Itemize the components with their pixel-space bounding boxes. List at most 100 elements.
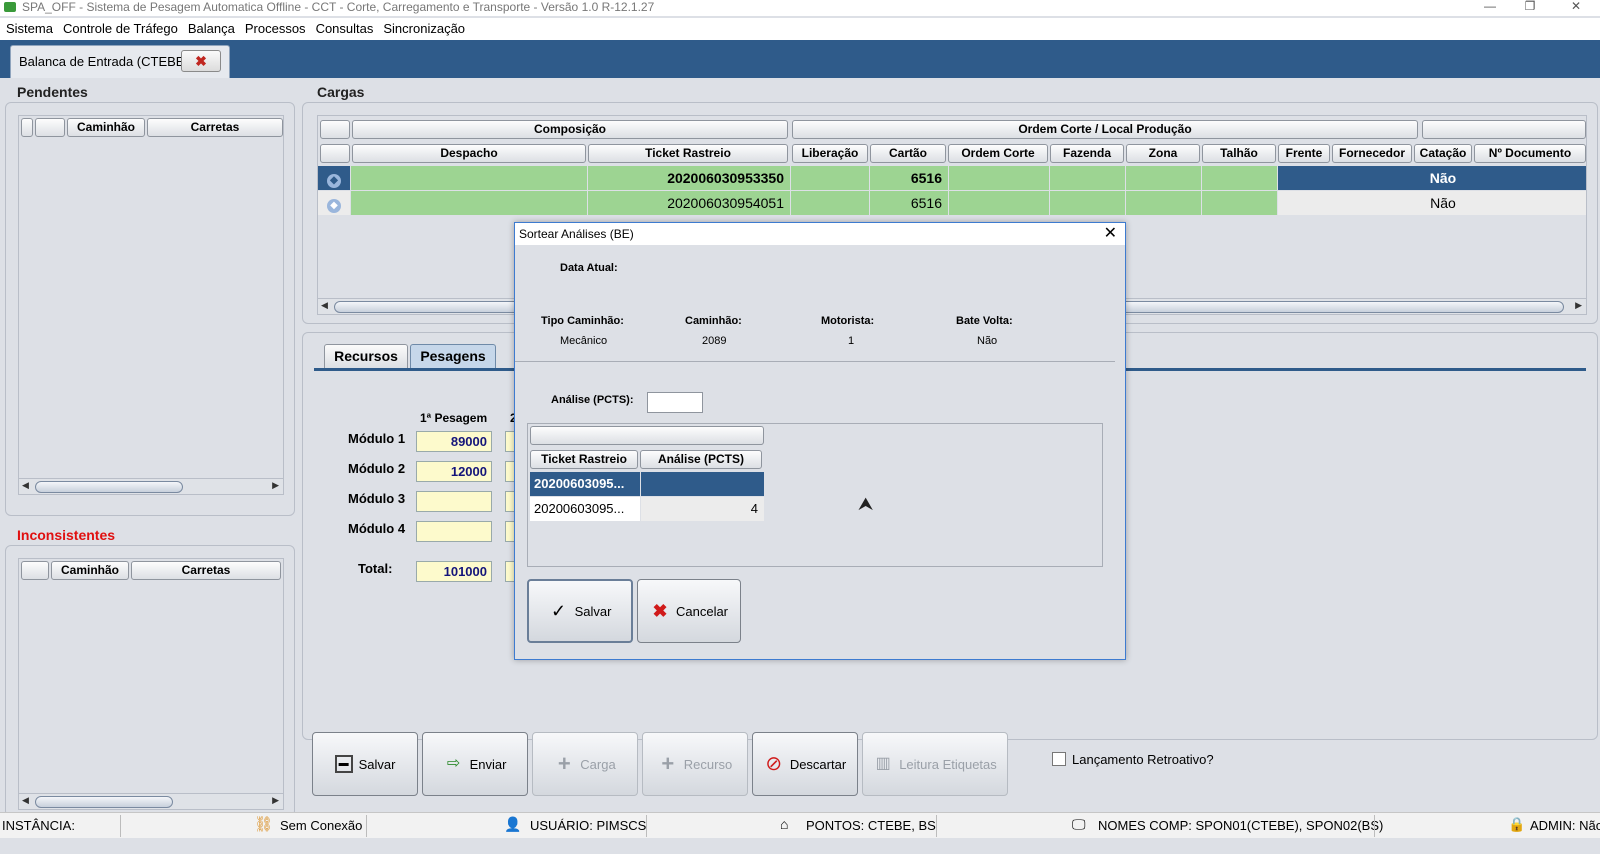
cargas-col-frente[interactable]: Frente bbox=[1278, 144, 1330, 163]
cell-catacao: Não bbox=[1414, 166, 1472, 190]
menu-balanca[interactable]: Balança bbox=[182, 18, 239, 36]
row-status-icon: ◆ bbox=[318, 191, 350, 215]
tab-recursos[interactable]: Recursos bbox=[324, 344, 408, 368]
cell-zona bbox=[1126, 191, 1201, 215]
pendentes-col-carretas[interactable]: Carretas bbox=[147, 118, 283, 137]
leitura-etiquetas-button[interactable]: ▥ Leitura Etiquetas bbox=[862, 732, 1008, 796]
inconsistentes-col-carretas[interactable]: Carretas bbox=[131, 561, 281, 580]
cargas-col-talhao[interactable]: Talhão bbox=[1202, 144, 1276, 163]
status-nomes: NOMES COMP: SPON01(CTEBE), SPON02(BS) bbox=[1098, 818, 1384, 833]
modulo-4-label: Módulo 4 bbox=[348, 521, 406, 536]
analises-table[interactable]: Ticket Rastreio Análise (PCTS) 202006030… bbox=[527, 423, 1103, 567]
analise-pcts-input[interactable] bbox=[647, 392, 703, 413]
total-input[interactable]: 101000 bbox=[416, 561, 492, 582]
status-usuario: USUÁRIO: PIMSCS bbox=[530, 818, 647, 833]
cargas-group-ordem-corte[interactable]: Ordem Corte / Local Produção bbox=[792, 120, 1418, 139]
scroll-left-icon[interactable]: ◀ bbox=[22, 480, 29, 491]
table-row[interactable]: ◆ 202006030953350 6516 Não bbox=[318, 166, 1586, 190]
dialog-salvar-button[interactable]: ✓ Salvar bbox=[527, 579, 633, 643]
cargas-col-cartao[interactable]: Cartão bbox=[870, 144, 946, 163]
modulo-4-input[interactable] bbox=[416, 521, 492, 542]
analises-col-analise[interactable]: Análise (PCTS) bbox=[640, 450, 762, 469]
cargas-col-ordem-corte[interactable]: Ordem Corte bbox=[948, 144, 1048, 163]
scroll-thumb[interactable] bbox=[35, 796, 173, 808]
scroll-right-icon[interactable]: ▶ bbox=[272, 480, 279, 491]
cargas-col-fornecedor[interactable]: Fornecedor bbox=[1332, 144, 1412, 163]
retroativo-label: Lançamento Retroativo? bbox=[1072, 752, 1214, 767]
total-label: Total: bbox=[358, 561, 393, 576]
table-row[interactable]: 20200603095... 4 bbox=[530, 497, 764, 521]
pendentes-table[interactable]: Caminhão Carretas ◀ ▶ bbox=[18, 115, 284, 495]
dialog-salvar-label: Salvar bbox=[574, 603, 612, 619]
cargas-col-documento[interactable]: Nº Documento bbox=[1474, 144, 1586, 163]
status-instancia: INSTÂNCIA: bbox=[2, 818, 75, 833]
dialog-cancelar-button[interactable]: ✖ Cancelar bbox=[637, 579, 741, 643]
cell-cartao: 6516 bbox=[870, 191, 948, 215]
recurso-button[interactable]: + Recurso bbox=[642, 732, 748, 796]
caminhao-value: 2089 bbox=[702, 335, 727, 347]
retroativo-checkbox[interactable] bbox=[1052, 752, 1066, 766]
cell-ticket: 20200603095... bbox=[530, 497, 640, 521]
menu-consultas[interactable]: Consultas bbox=[310, 18, 378, 36]
menu-sistema[interactable]: Sistema bbox=[0, 18, 57, 36]
pendentes-col-1[interactable] bbox=[35, 118, 65, 137]
menu-sincronizacao[interactable]: Sincronização bbox=[377, 18, 469, 36]
computer-icon: 🖵 bbox=[1072, 816, 1086, 832]
recurso-label: Recurso bbox=[683, 756, 733, 772]
cell-cartao: 6516 bbox=[870, 166, 948, 190]
tab-pesagens[interactable]: Pesagens bbox=[410, 344, 496, 368]
modulo-2-input[interactable]: 12000 bbox=[416, 461, 492, 482]
scroll-left-icon[interactable]: ◀ bbox=[22, 795, 29, 806]
table-row[interactable]: ◆ 202006030954051 6516 Não bbox=[318, 191, 1586, 215]
scroll-right-icon[interactable]: ▶ bbox=[1575, 300, 1582, 311]
salvar-button[interactable]: ▬ Salvar bbox=[312, 732, 418, 796]
status-admin: ADMIN: Não bbox=[1530, 818, 1600, 833]
close-tab-icon[interactable]: ✖ bbox=[181, 50, 221, 72]
caminhao-label: Caminhão: bbox=[685, 315, 742, 327]
cargas-group-blank[interactable] bbox=[320, 120, 350, 139]
table-row[interactable]: 20200603095... bbox=[530, 472, 764, 496]
scroll-right-icon[interactable]: ▶ bbox=[272, 795, 279, 806]
cargas-col-ticket[interactable]: Ticket Rastreio bbox=[588, 144, 788, 163]
cargas-group-composicao[interactable]: Composição bbox=[352, 120, 788, 139]
inconsistentes-table[interactable]: Caminhão Carretas ◀ ▶ bbox=[18, 558, 284, 810]
scroll-left-icon[interactable]: ◀ bbox=[321, 300, 328, 311]
status-divider bbox=[936, 815, 937, 837]
cell-liberacao bbox=[791, 166, 869, 190]
inconsistentes-hscrollbar[interactable]: ◀ ▶ bbox=[19, 793, 283, 809]
menu-controle-trafego[interactable]: Controle de Tráfego bbox=[57, 18, 182, 36]
menu-processos[interactable]: Processos bbox=[239, 18, 310, 36]
scroll-thumb[interactable] bbox=[35, 481, 183, 493]
cargas-col-icon[interactable] bbox=[320, 144, 350, 163]
lock-icon: 🔒 bbox=[1508, 816, 1526, 832]
building-icon: ⌂ bbox=[780, 816, 789, 832]
cargas-col-catacao[interactable]: Catação bbox=[1414, 144, 1472, 163]
close-window-icon[interactable]: ✕ bbox=[1556, 0, 1596, 14]
inconsistentes-col-0[interactable] bbox=[21, 561, 49, 580]
restore-icon[interactable]: ❐ bbox=[1510, 0, 1550, 14]
row-status-icon: ◆ bbox=[318, 166, 350, 190]
modulo-3-input[interactable] bbox=[416, 491, 492, 512]
dialog-close-icon[interactable]: ✕ bbox=[1104, 225, 1117, 243]
cell-ticket: 202006030954051 bbox=[588, 191, 790, 215]
tab-balanca-entrada[interactable]: Balanca de Entrada (CTEBE) ✖ bbox=[10, 45, 230, 78]
pendentes-hscrollbar[interactable]: ◀ ▶ bbox=[19, 478, 283, 494]
analises-col-ticket[interactable]: Ticket Rastreio bbox=[530, 450, 638, 469]
cargas-col-fazenda[interactable]: Fazenda bbox=[1050, 144, 1124, 163]
dialog-title: Sortear Análises (BE) bbox=[519, 227, 634, 241]
modulo-1-input[interactable]: 89000 bbox=[416, 431, 492, 452]
descartar-button[interactable]: ⊘ Descartar bbox=[752, 732, 858, 796]
pendentes-col-0[interactable] bbox=[21, 118, 33, 137]
cargas-col-zona[interactable]: Zona bbox=[1126, 144, 1200, 163]
analises-group-header[interactable] bbox=[530, 426, 764, 445]
cargas-col-despacho[interactable]: Despacho bbox=[352, 144, 586, 163]
minimize-icon[interactable]: — bbox=[1470, 0, 1510, 14]
carga-button[interactable]: + Carga bbox=[532, 732, 638, 796]
pendentes-col-caminhao[interactable]: Caminhão bbox=[67, 118, 145, 137]
enviar-button[interactable]: ⇨ Enviar bbox=[422, 732, 528, 796]
cargas-group-extra[interactable] bbox=[1422, 120, 1586, 139]
x-mark-icon: ✖ bbox=[652, 601, 668, 621]
inconsistentes-col-caminhao[interactable]: Caminhão bbox=[51, 561, 129, 580]
document-tab-strip: Balanca de Entrada (CTEBE) ✖ bbox=[0, 40, 1600, 78]
cargas-col-liberacao[interactable]: Liberação bbox=[792, 144, 868, 163]
